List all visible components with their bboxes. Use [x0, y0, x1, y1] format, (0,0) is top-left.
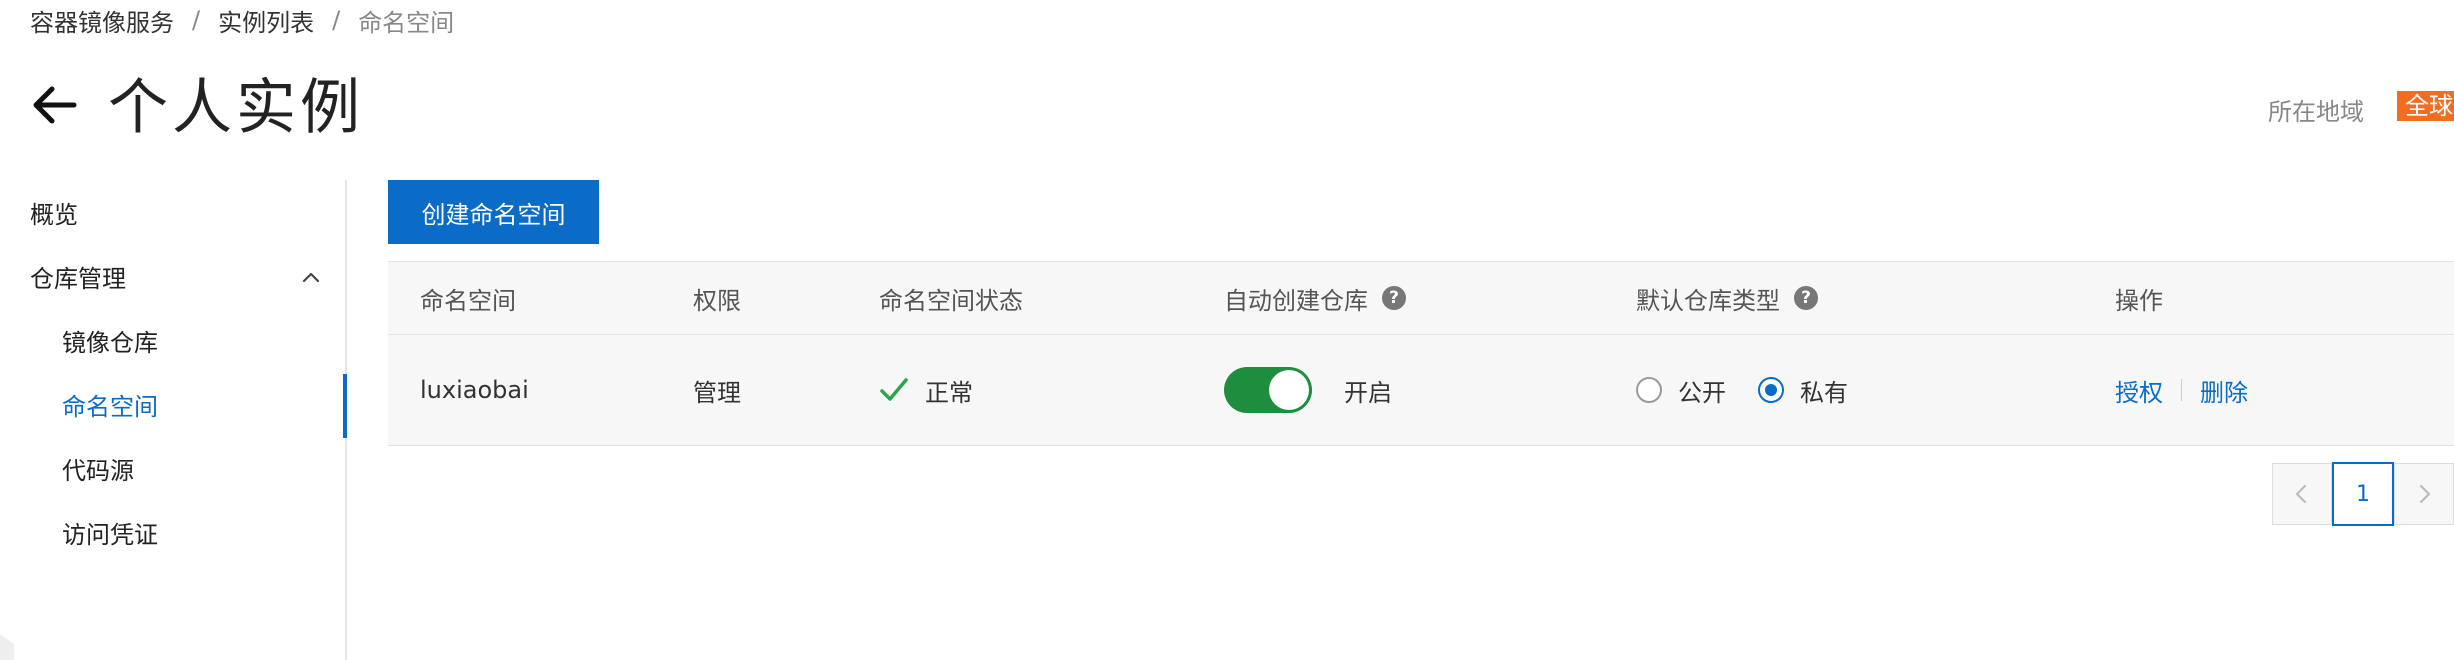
corner-decoration	[0, 634, 14, 660]
action-divider	[2181, 379, 2182, 401]
table-row: luxiaobai 管理 正常 开启 公开 私有 授权 删除	[388, 335, 2454, 446]
delete-link[interactable]: 删除	[2200, 373, 2248, 408]
cell-permission: 管理	[693, 378, 741, 407]
sidebar-item-image-repo[interactable]: 镜像仓库	[62, 327, 158, 359]
page-number-current[interactable]: 1	[2332, 462, 2394, 526]
help-circle-icon[interactable]: ?	[1794, 286, 1818, 310]
column-header-auto-create: 自动创建仓库 ?	[1224, 262, 1406, 334]
breadcrumb-separator: /	[192, 6, 201, 34]
region-label: 所在地域	[2268, 98, 2364, 126]
sidebar-active-indicator	[343, 374, 347, 438]
breadcrumb-separator: /	[332, 6, 341, 34]
table-header: 命名空间 权限 命名空间状态 自动创建仓库 ? 默认仓库类型 ? 操作	[388, 261, 2454, 335]
radio-option-private[interactable]: 私有	[1758, 373, 1848, 408]
chevron-right-icon	[2419, 484, 2431, 504]
breadcrumb-item-service[interactable]: 容器镜像服务	[30, 3, 174, 38]
breadcrumb: 容器镜像服务 / 实例列表 / 命名空间	[30, 3, 455, 38]
breadcrumb-item-instance-list[interactable]: 实例列表	[218, 3, 314, 38]
column-header-repo-type-label: 默认仓库类型	[1636, 286, 1780, 315]
check-icon	[880, 378, 908, 401]
chevron-left-icon	[2295, 484, 2307, 504]
sidebar-item-namespace[interactable]: 命名空间	[62, 391, 158, 423]
cell-actions: 授权 删除	[2115, 335, 2248, 445]
cell-auto-create: 开启	[1224, 335, 1392, 445]
radio-option-public[interactable]: 公开	[1636, 373, 1726, 408]
authorize-link[interactable]: 授权	[2115, 373, 2163, 408]
next-page-button[interactable]	[2394, 463, 2454, 525]
column-header-permission: 权限	[693, 286, 741, 315]
column-header-auto-create-label: 自动创建仓库	[1224, 286, 1368, 315]
sidebar-item-access-credential[interactable]: 访问凭证	[62, 519, 158, 551]
auto-create-toggle[interactable]	[1224, 367, 1312, 413]
namespace-table: 命名空间 权限 命名空间状态 自动创建仓库 ? 默认仓库类型 ? 操作 luxi…	[388, 261, 2454, 446]
page-title: 个人实例	[108, 73, 364, 143]
help-circle-icon[interactable]: ?	[1382, 286, 1406, 310]
cell-status: 正常	[879, 335, 973, 445]
prev-page-button[interactable]	[2272, 463, 2332, 525]
cell-repo-type: 公开 私有	[1636, 335, 1880, 445]
radio-public-label: 公开	[1678, 378, 1726, 407]
arrow-left-icon[interactable]	[28, 80, 78, 130]
toggle-label: 开启	[1344, 378, 1392, 407]
column-header-namespace: 命名空间	[420, 286, 516, 315]
pagination: 1	[2272, 462, 2454, 526]
status-text: 正常	[925, 378, 973, 407]
cell-namespace: luxiaobai	[420, 376, 529, 404]
sidebar-item-code-source[interactable]: 代码源	[62, 455, 134, 487]
column-header-status: 命名空间状态	[879, 286, 1023, 315]
toggle-knob	[1269, 370, 1309, 410]
radio-private[interactable]	[1758, 377, 1784, 403]
chevron-up-icon[interactable]	[300, 266, 322, 288]
sidebar-item-overview[interactable]: 概览	[30, 199, 78, 231]
column-header-actions: 操作	[2115, 286, 2163, 315]
breadcrumb-item-current: 命名空间	[358, 8, 455, 37]
column-header-repo-type: 默认仓库类型 ?	[1636, 262, 1818, 334]
radio-public[interactable]	[1636, 377, 1662, 403]
create-namespace-button[interactable]: 创建命名空间	[388, 180, 599, 244]
radio-private-label: 私有	[1800, 378, 1848, 407]
sidebar-item-repo-management[interactable]: 仓库管理	[30, 263, 126, 295]
region-badge[interactable]: 全球	[2397, 91, 2454, 121]
